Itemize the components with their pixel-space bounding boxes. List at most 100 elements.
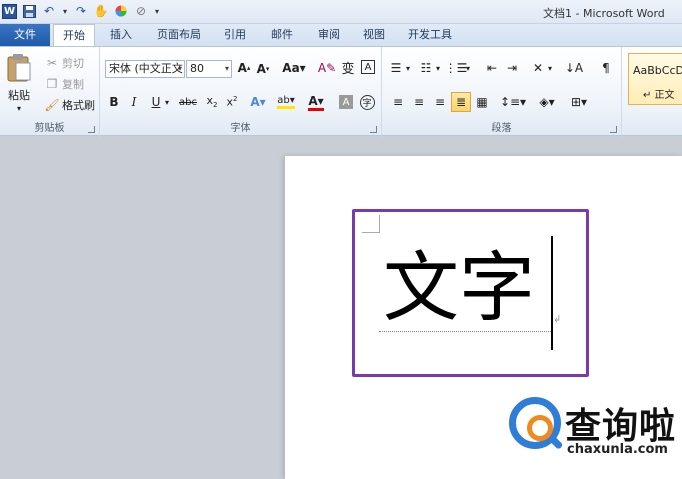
align-left-button[interactable]: ≡ <box>388 92 408 112</box>
bold-button[interactable]: B <box>104 92 124 112</box>
multilevel-list-button[interactable]: ⋮☰ ▾ <box>445 60 470 76</box>
line-spacing-button[interactable]: ↕≡▾ <box>500 92 526 112</box>
chinese-layout-dropdown-icon: ▾ <box>548 63 553 73</box>
numbered-list-icon: ☷ <box>420 61 432 75</box>
font-group: 宋体 (中文正文 ▾ 80 ▾ A ▴ A ▾ Aa▾ A✎ 变 A B I U ▾… <box>100 47 382 137</box>
tab-page-layout[interactable]: 页面布局 <box>150 24 208 46</box>
clipboard-group-label: 剪贴板 <box>34 123 65 134</box>
ribbon-tabs: 文件 开始 插入 页面布局 引用 邮件 审阅 视图 开发工具 <box>0 24 682 47</box>
window-title: 文档1 - Microsoft Word <box>543 7 665 20</box>
chinese-layout-icon: ✕ <box>532 61 544 75</box>
superscript-button[interactable]: x2 <box>222 92 242 112</box>
tab-review[interactable]: 审阅 <box>310 24 348 46</box>
shrink-font-button[interactable]: A ▾ <box>255 61 271 77</box>
font-name-select[interactable]: 宋体 (中文正文 ▾ <box>105 60 185 78</box>
copy-button[interactable]: ❐ 复制 <box>44 76 84 92</box>
change-case-icon: Aa▾ <box>282 61 306 75</box>
numbering-button[interactable]: ☷ ▾ <box>418 60 440 76</box>
save-icon[interactable] <box>21 3 37 19</box>
subscript-button[interactable]: x2 <box>202 92 222 112</box>
decrease-indent-icon: ⇤ <box>486 61 498 75</box>
align-center-button[interactable]: ≡ <box>409 92 429 112</box>
tab-home[interactable]: 开始 <box>53 24 95 47</box>
italic-button[interactable]: I <box>124 92 144 112</box>
character-shading-button[interactable]: A <box>336 92 356 112</box>
font-size-dropdown-icon: ▾ <box>224 64 229 73</box>
word-logo-icon[interactable]: W <box>2 3 17 19</box>
paragraph-group-label: 段落 <box>491 123 512 134</box>
tab-view[interactable]: 视图 <box>355 24 393 46</box>
title-bar: W ↶ ▾ ↷ ✋ ⊘ ▾ 文档1 - Microsoft Word <box>0 0 682 24</box>
show-marks-button[interactable]: ¶ <box>598 60 614 76</box>
increase-indent-button[interactable]: ⇥ <box>504 60 520 76</box>
font-launcher-icon[interactable] <box>370 126 377 133</box>
align-right-button[interactable]: ≡ <box>430 92 450 112</box>
font-color-button[interactable]: A▾ <box>304 92 328 112</box>
clipboard-group: 粘贴 ▾ ✂ 剪切 ❐ 复制 🖌 格式刷 剪贴板 <box>0 47 100 137</box>
character-border-button[interactable]: A <box>361 60 375 74</box>
sort-button[interactable]: ↓A <box>564 60 584 76</box>
change-case-button[interactable]: Aa▾ <box>282 60 306 76</box>
color-wheel-icon[interactable] <box>113 3 129 19</box>
borders-button[interactable]: ⊞▾ <box>566 92 592 112</box>
scissors-icon: ✂ <box>46 56 58 70</box>
distributed-icon: ▦ <box>476 95 488 109</box>
bold-icon: B <box>109 95 119 109</box>
numbering-dropdown-icon: ▾ <box>436 63 441 73</box>
paste-label: 粘贴 <box>8 89 30 102</box>
line-spacing-icon: ↕≡▾ <box>499 95 527 109</box>
borders-icon: ⊞▾ <box>570 95 588 109</box>
phonetic-guide-button[interactable]: 变 <box>340 59 356 77</box>
distributed-button[interactable]: ▦ <box>472 92 492 112</box>
justify-button[interactable]: ≣ <box>451 92 471 112</box>
text-effects-button[interactable]: A▾ <box>248 92 268 112</box>
copy-label: 复制 <box>62 78 84 91</box>
bullets-button[interactable]: ☰ ▾ <box>388 60 410 76</box>
redo-icon[interactable]: ↷ <box>73 3 89 19</box>
highlighter-icon: ab▾ <box>277 95 295 109</box>
strikethrough-button[interactable]: abc <box>176 92 200 112</box>
character-shading-icon: A <box>339 95 353 109</box>
tab-insert[interactable]: 插入 <box>101 24 141 46</box>
subscript-icon: x2 <box>206 94 218 110</box>
font-name-value: 宋体 (中文正文 <box>109 62 183 75</box>
format-painter-button[interactable]: 🖌 格式刷 <box>44 97 95 113</box>
align-right-icon: ≡ <box>434 95 446 109</box>
underline-icon: U <box>151 95 161 109</box>
align-center-icon: ≡ <box>413 95 425 109</box>
highlight-color-button[interactable]: ab▾ <box>274 92 298 112</box>
font-group-label: 字体 <box>230 123 251 134</box>
tab-references[interactable]: 引用 <box>216 24 254 46</box>
sort-icon: ↓A <box>564 61 584 75</box>
paragraph-launcher-icon[interactable] <box>610 126 617 133</box>
shading-button[interactable]: ◈▾ <box>534 92 560 112</box>
clipboard-launcher-icon[interactable] <box>88 126 95 133</box>
grow-font-button[interactable]: A ▴ <box>236 60 252 76</box>
chinese-layout-button[interactable]: ✕ ▾ <box>530 60 552 76</box>
cut-button[interactable]: ✂ 剪切 <box>44 55 84 71</box>
align-left-icon: ≡ <box>392 95 404 109</box>
customize-qat-icon[interactable]: ▾ <box>153 3 161 19</box>
paste-dropdown-icon: ▾ <box>16 104 21 113</box>
touch-mode-icon[interactable]: ✋ <box>93 3 109 19</box>
tab-mailings[interactable]: 邮件 <box>263 24 301 46</box>
style-name: ↵ 正文 <box>643 90 675 101</box>
decrease-indent-button[interactable]: ⇤ <box>484 60 500 76</box>
clear-formatting-button[interactable]: A✎ <box>318 60 336 76</box>
undo-icon[interactable]: ↶ <box>41 3 57 19</box>
format-painter-label: 格式刷 <box>62 99 95 112</box>
clear-format-icon[interactable]: ⊘ <box>133 3 149 19</box>
paragraph-group: ☰ ▾ ☷ ▾ ⋮☰ ▾ ⇤ ⇥ ✕ ▾ ↓A ¶ ≡ ≡ ≡ ≣ ▦ ↕≡▾ ◈▾ ⊞… <box>382 47 622 137</box>
paste-button[interactable]: 粘贴 ▾ <box>6 53 32 113</box>
strikethrough-icon: abc <box>179 96 197 108</box>
tab-file[interactable]: 文件 <box>0 24 50 46</box>
style-normal[interactable]: AaBbCcDc ↵ 正文 <box>628 53 682 105</box>
underline-dropdown[interactable]: ▾ <box>162 92 172 112</box>
annotation-highlight-box <box>352 209 589 377</box>
watermark-logo-icon <box>509 397 561 449</box>
underline-dropdown-icon: ▾ <box>164 97 169 107</box>
undo-dropdown-icon[interactable]: ▾ <box>61 3 69 19</box>
font-size-select[interactable]: 80 ▾ <box>186 60 232 78</box>
enclose-characters-button[interactable]: 字 <box>357 92 377 112</box>
tab-developer[interactable]: 开发工具 <box>399 24 461 46</box>
